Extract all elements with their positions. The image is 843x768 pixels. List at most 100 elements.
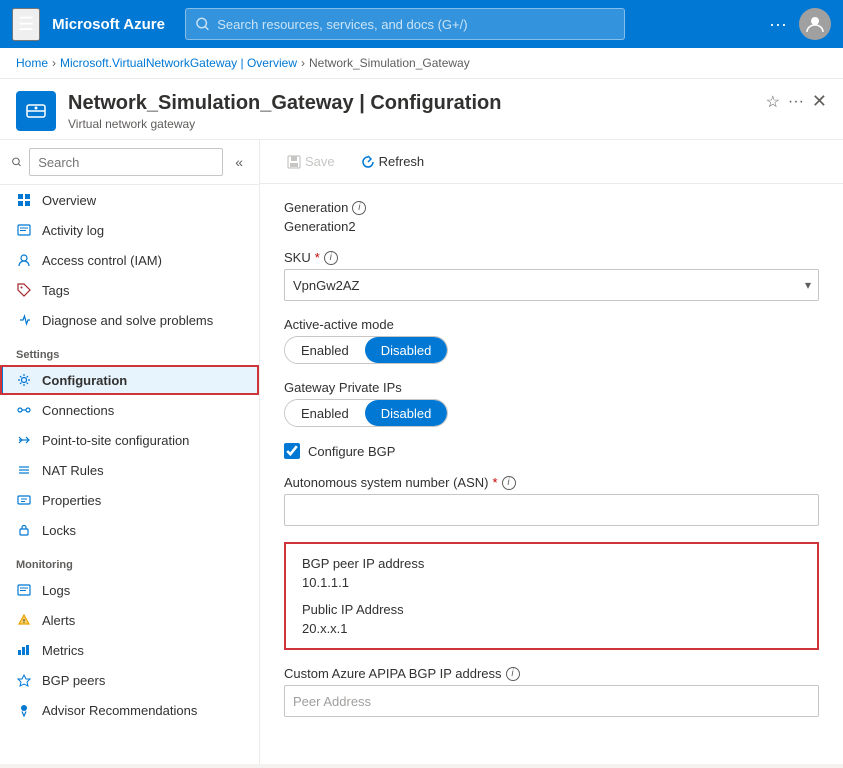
generation-label: Generation i [284,200,819,215]
sidebar-item-label: NAT Rules [42,463,104,478]
sidebar-item-label: Activity log [42,223,104,238]
sidebar-item-label: Properties [42,493,101,508]
global-search-bar[interactable] [185,8,625,40]
sidebar-item-label: Locks [42,523,76,538]
custom-apipa-bgp-input[interactable] [284,685,819,717]
active-active-toggle: Enabled Disabled [284,336,448,364]
global-search-input[interactable] [217,17,614,32]
sidebar-item-advisor[interactable]: Advisor Recommendations [0,695,259,725]
resource-icon [16,91,56,131]
sidebar-search-icon [12,155,21,169]
gateway-private-ips-disabled-button[interactable]: Disabled [365,400,448,426]
form-content: Generation i Generation2 SKU * i VpnGw2A… [260,184,843,749]
hamburger-menu-button[interactable]: ☰ [12,8,40,41]
user-icon [806,15,824,33]
custom-apipa-bgp-row: Custom Azure APIPA BGP IP address i [284,666,819,717]
more-options-button[interactable]: ··· [788,93,804,111]
breadcrumb-separator-2: › [301,56,305,70]
configure-bgp-row: Configure BGP [284,443,819,459]
more-options-button[interactable]: ··· [769,14,787,35]
sidebar-item-label: Diagnose and solve problems [42,313,213,328]
sidebar-search-input[interactable] [29,148,223,176]
refresh-button[interactable]: Refresh [350,148,436,175]
main-layout: « Overview Activity log Access control (… [0,140,843,764]
sidebar-item-label: Connections [42,403,114,418]
sidebar-collapse-button[interactable]: « [231,152,247,172]
page-header-text: Network_Simulation_Gateway | Configurati… [68,91,501,131]
sidebar-item-connections[interactable]: Connections [0,395,259,425]
sidebar-item-label: Alerts [42,613,75,628]
sidebar-item-label: Access control (IAM) [42,253,162,268]
activity-log-icon [16,222,32,238]
sku-select-container: VpnGw2AZ ▾ [284,269,819,301]
gateway-icon [24,99,48,123]
page-title: Network_Simulation_Gateway | Configurati… [68,91,501,115]
save-button[interactable]: Save [276,148,346,175]
point-to-site-icon [16,432,32,448]
gateway-private-ips-toggle: Enabled Disabled [284,399,448,427]
sidebar-item-overview[interactable]: Overview [0,185,259,215]
sidebar-item-logs[interactable]: Logs [0,575,259,605]
sidebar-item-nat-rules[interactable]: NAT Rules [0,455,259,485]
sidebar-item-label: Overview [42,193,96,208]
diagnose-icon [16,312,32,328]
sku-label: SKU * i [284,250,819,265]
sidebar-item-properties[interactable]: Properties [0,485,259,515]
custom-apipa-info-icon[interactable]: i [506,667,520,681]
sku-select[interactable]: VpnGw2AZ [284,269,819,301]
asn-label: Autonomous system number (ASN) * i [284,475,819,490]
active-active-row: Active-active mode Enabled Disabled [284,317,819,364]
sidebar-item-locks[interactable]: Locks [0,515,259,545]
top-navigation: ☰ Microsoft Azure ··· [0,0,843,48]
bgp-peers-icon [16,672,32,688]
metrics-icon [16,642,32,658]
asn-input[interactable]: 65533 [284,494,819,526]
active-active-label: Active-active mode [284,317,819,332]
sidebar-item-diagnose[interactable]: Diagnose and solve problems [0,305,259,335]
asn-info-icon[interactable]: i [502,476,516,490]
sidebar: « Overview Activity log Access control (… [0,140,260,764]
gateway-private-ips-enabled-button[interactable]: Enabled [285,400,365,426]
close-button[interactable]: ✕ [812,91,827,112]
sidebar-item-bgp-peers[interactable]: BGP peers [0,665,259,695]
sidebar-search-bar: « [0,140,259,185]
nat-rules-icon [16,462,32,478]
sku-info-icon[interactable]: i [324,251,338,265]
bgp-peer-ip-label: BGP peer IP address [302,556,801,571]
page-header-left: Network_Simulation_Gateway | Configurati… [16,91,501,131]
sidebar-item-access-control[interactable]: Access control (IAM) [0,245,259,275]
active-active-enabled-button[interactable]: Enabled [285,337,365,363]
settings-section-label: Settings [0,335,259,365]
page-header-actions: ☆ ··· ✕ [766,91,827,112]
sidebar-item-label: Logs [42,583,70,598]
advisor-icon [16,702,32,718]
sidebar-item-label: BGP peers [42,673,105,688]
favorite-button[interactable]: ☆ [766,92,780,112]
sidebar-item-configuration[interactable]: Configuration [0,365,259,395]
sidebar-item-point-to-site[interactable]: Point-to-site configuration [0,425,259,455]
breadcrumb-home[interactable]: Home [16,56,48,70]
active-active-disabled-button[interactable]: Disabled [365,337,448,363]
sidebar-item-label: Metrics [42,643,84,658]
sidebar-item-metrics[interactable]: Metrics [0,635,259,665]
sidebar-item-label: Point-to-site configuration [42,433,189,448]
sidebar-item-activity-log[interactable]: Activity log [0,215,259,245]
user-avatar[interactable] [799,8,831,40]
breadcrumb-separator-1: › [52,56,56,70]
generation-info-icon[interactable]: i [352,201,366,215]
sidebar-item-label: Advisor Recommendations [42,703,197,718]
breadcrumb-overview[interactable]: Microsoft.VirtualNetworkGateway | Overvi… [60,56,297,70]
sidebar-item-label: Tags [42,283,69,298]
configure-bgp-checkbox[interactable] [284,443,300,459]
content-area: Save Refresh Generation i Generation2 [260,140,843,764]
sidebar-item-label: Configuration [42,373,127,388]
azure-logo: Microsoft Azure [52,16,165,33]
gateway-private-ips-label: Gateway Private IPs [284,380,819,395]
sidebar-item-alerts[interactable]: Alerts [0,605,259,635]
sidebar-item-tags[interactable]: Tags [0,275,259,305]
generation-value: Generation2 [284,219,819,234]
sku-row: SKU * i VpnGw2AZ ▾ [284,250,819,301]
custom-apipa-bgp-label: Custom Azure APIPA BGP IP address i [284,666,819,681]
toolbar: Save Refresh [260,140,843,184]
save-icon [287,155,301,169]
